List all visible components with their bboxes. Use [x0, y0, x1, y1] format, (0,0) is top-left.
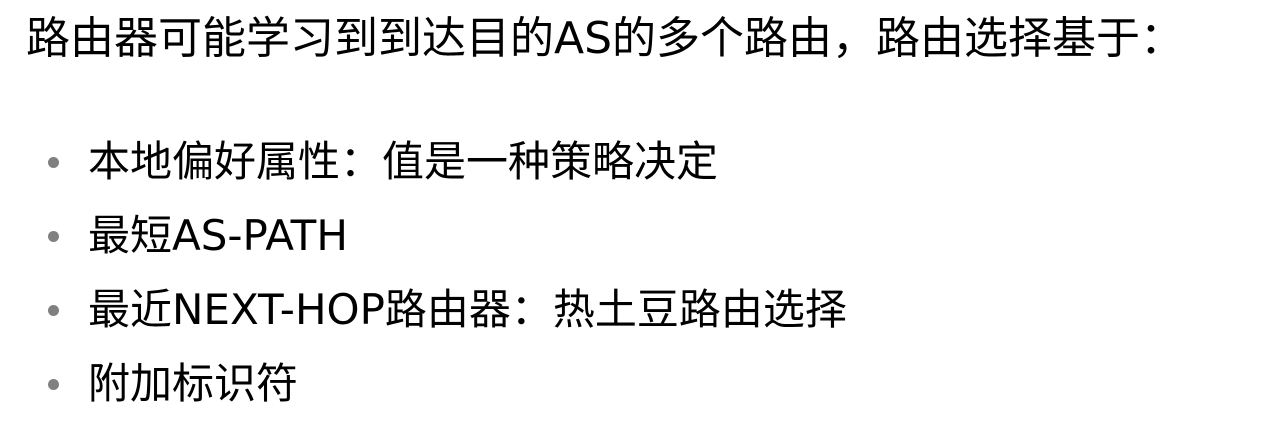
bullet-item-local-preference: 本地偏好属性：值是一种策略决定: [48, 125, 847, 199]
intro-paragraph: 路由器可能学习到到达目的AS的多个路由，路由选择基于：: [26, 13, 1185, 64]
bullet-dot-icon: [48, 305, 59, 316]
bullet-item-shortest-as-path: 最短AS-PATH: [48, 199, 847, 273]
bullet-dot-icon: [48, 231, 59, 242]
bullet-text: 本地偏好属性：值是一种策略决定: [88, 137, 719, 186]
bullet-text: 最短AS-PATH: [88, 211, 348, 260]
bullet-text: 最近NEXT-HOP路由器：热土豆路由选择: [88, 285, 847, 334]
bullet-text: 附加标识符: [88, 359, 299, 408]
bullet-item-additional-identifier: 附加标识符: [48, 347, 847, 421]
bullet-dot-icon: [48, 379, 59, 390]
bullet-list: 本地偏好属性：值是一种策略决定 最短AS-PATH 最近NEXT-HOP路由器：…: [48, 125, 847, 421]
bullet-dot-icon: [48, 157, 59, 168]
slide-content: 路由器可能学习到到达目的AS的多个路由，路由选择基于： 本地偏好属性：值是一种策…: [0, 0, 1280, 430]
bullet-item-nearest-next-hop: 最近NEXT-HOP路由器：热土豆路由选择: [48, 273, 847, 347]
